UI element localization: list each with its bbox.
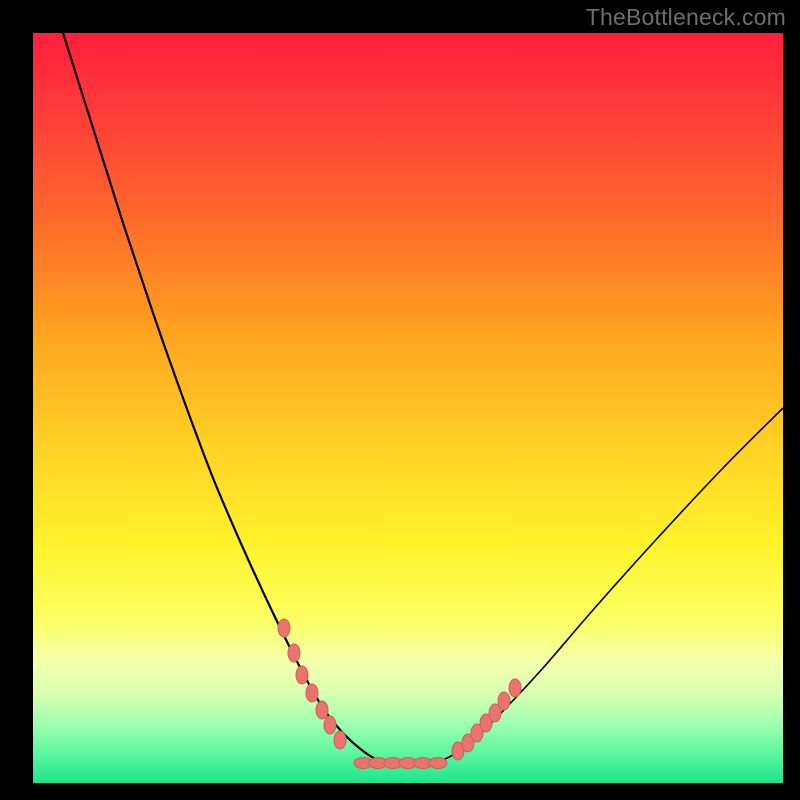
data-dot [324,716,336,734]
data-dot [296,666,308,684]
dots-flat-group [354,758,447,769]
chart-root: TheBottleneck.com [0,0,800,800]
data-dot [316,701,328,719]
plot-area [33,33,783,783]
data-dot [498,692,510,710]
data-dot [334,731,346,749]
data-dot [288,644,300,662]
bottleneck-curve-left [63,33,413,763]
bottleneck-curve-right [378,408,783,764]
dots-left-group [278,619,346,749]
data-dot [509,679,521,697]
dots-right-group [452,679,521,760]
data-dot [429,758,447,769]
data-dot [306,684,318,702]
chart-svg [33,33,783,783]
watermark-text: TheBottleneck.com [586,4,786,31]
data-dot [278,619,290,637]
